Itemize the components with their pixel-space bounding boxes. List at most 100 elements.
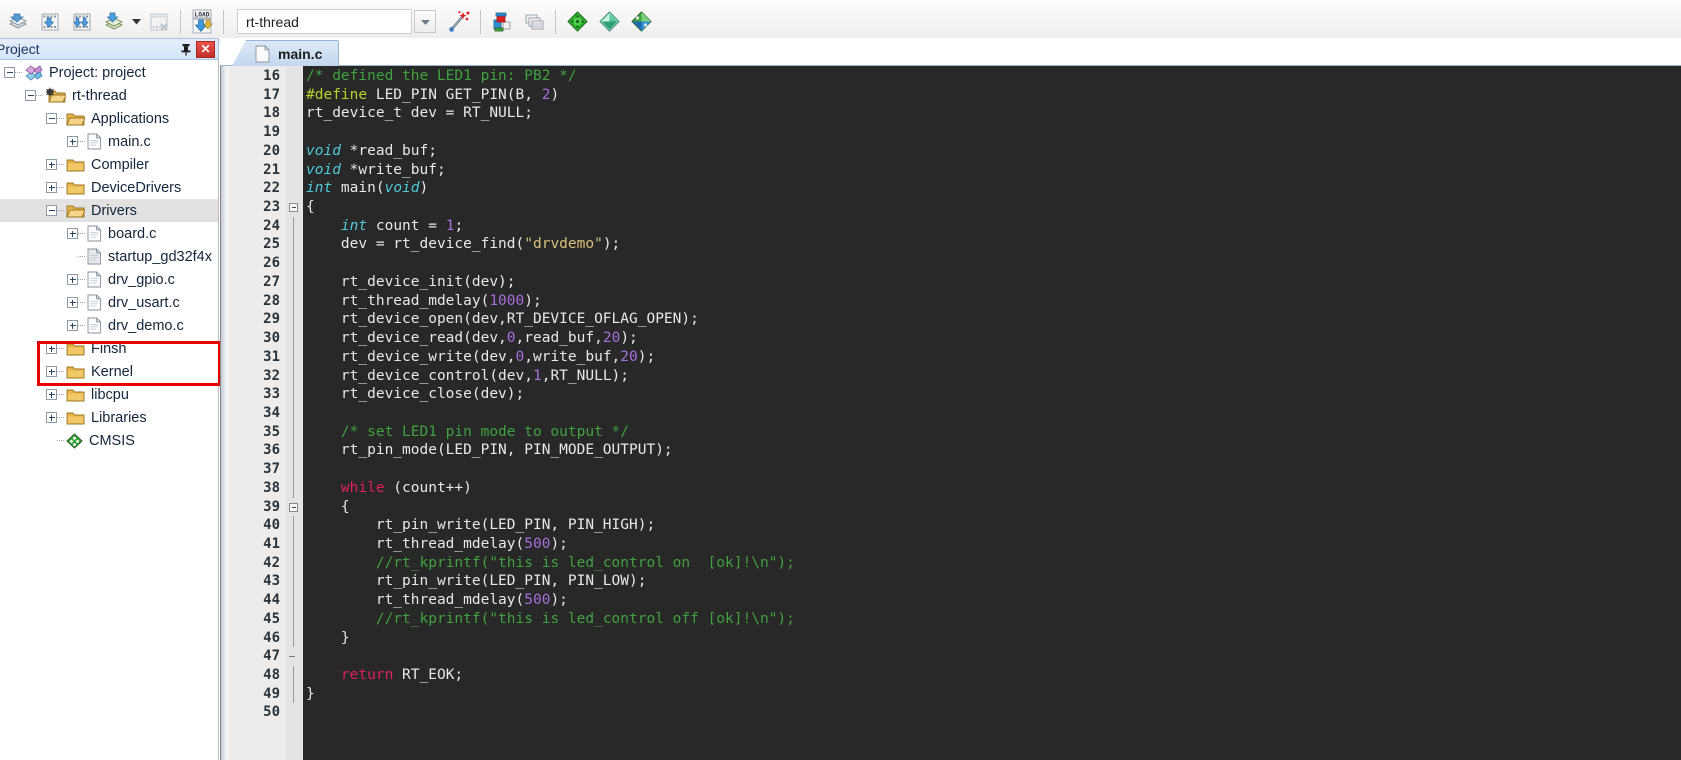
auto-hide-pin-button[interactable] <box>177 40 194 58</box>
code-token-def: main( <box>332 180 385 197</box>
code-line: void *read_buf; <box>306 142 1681 161</box>
tree-expander-placeholder <box>67 251 78 262</box>
tree-expand-icon[interactable] <box>67 297 78 308</box>
tree-item-drv-usart-c[interactable]: drv_usart.c <box>0 291 218 314</box>
tree-item-board-c[interactable]: board.c <box>0 222 218 245</box>
fold-marker[interactable] <box>286 498 303 517</box>
tree-item-kernel[interactable]: Kernel <box>0 360 218 383</box>
options-for-target-button[interactable] <box>444 7 474 37</box>
tree-expand-icon[interactable] <box>46 159 57 170</box>
code-token-kw: int <box>340 217 368 234</box>
translate-button[interactable] <box>3 7 33 37</box>
code-text-area[interactable]: /* defined the LED1 pin: PB2 */ #define L… <box>303 66 1681 760</box>
tree-item-label: drv_usart.c <box>108 294 180 311</box>
fold-guide-line <box>293 385 294 404</box>
fold-marker <box>286 123 303 142</box>
line-number: 39 <box>263 498 280 515</box>
code-token-def: } <box>306 629 350 646</box>
tree-item-project-project[interactable]: Project: project <box>0 61 218 84</box>
tree-item-finsh[interactable]: Finsh <box>0 337 218 360</box>
line-number: 35 <box>263 423 280 440</box>
tree-connector <box>57 347 64 350</box>
fold-marker[interactable] <box>286 198 303 217</box>
manage-run-env-button[interactable] <box>594 7 624 37</box>
code-folding-column[interactable] <box>286 66 303 760</box>
code-line: dev = rt_device_find("drvdemo"); <box>306 235 1681 254</box>
tree-item-compiler[interactable]: Compiler <box>0 153 218 176</box>
multi-project-button[interactable] <box>519 7 549 37</box>
rebuild-button[interactable] <box>67 7 97 37</box>
code-token-def: LED_PIN GET_PIN(B, <box>367 86 542 103</box>
code-editor[interactable]: 16 17 18 19 20 21 22 23 24 25 26 27 28 29 30 31 32 33 34 35… <box>220 66 1681 760</box>
pin-icon <box>181 43 190 55</box>
tree-connector <box>57 117 64 120</box>
tree-expand-icon[interactable] <box>46 389 57 400</box>
tree-expand-icon[interactable] <box>46 343 57 354</box>
tree-item-drivers[interactable]: Drivers <box>0 199 218 222</box>
tree-expand-icon[interactable] <box>67 320 78 331</box>
batch-build-dropdown[interactable] <box>130 9 143 35</box>
target-select-dropdown-button[interactable] <box>414 10 436 33</box>
tree-item-main-c[interactable]: main.c <box>0 130 218 153</box>
tree-expand-icon[interactable] <box>67 228 78 239</box>
line-number: 29 <box>263 311 280 328</box>
project-tree[interactable]: Project: project rt-thread Applications mai… <box>0 61 218 759</box>
close-panel-button[interactable]: ✕ <box>196 40 215 58</box>
code-line: int count = 1; <box>306 217 1681 236</box>
tree-item-drv-demo-c[interactable]: drv_demo.c <box>0 314 218 337</box>
code-token-def: *write_buf; <box>340 161 446 178</box>
tree-expand-icon[interactable] <box>46 182 57 193</box>
code-token-def: ); <box>620 330 638 347</box>
tree-expand-icon[interactable] <box>46 412 57 423</box>
tree-item-libraries[interactable]: Libraries <box>0 406 218 429</box>
tree-item-cmsis[interactable]: CMSIS <box>0 429 218 452</box>
line-number: 26 <box>263 255 280 272</box>
code-token-def: rt_device_control(dev, <box>306 367 533 384</box>
stop-build-button[interactable] <box>144 7 174 37</box>
tree-collapse-icon[interactable] <box>46 113 57 124</box>
tree-item-applications[interactable]: Applications <box>0 107 218 130</box>
fold-marker <box>286 67 303 86</box>
pack-installer-button[interactable] <box>562 7 592 37</box>
code-token-def: rt_pin_write(LED_PIN, PIN_HIGH); <box>306 517 656 534</box>
code-line: rt_device_write(dev,0,write_buf,20); <box>306 348 1681 367</box>
fold-collapse-icon[interactable] <box>289 203 298 213</box>
fold-marker <box>286 441 303 461</box>
tree-item-libcpu[interactable]: libcpu <box>0 383 218 406</box>
batch-build-button[interactable] <box>99 7 129 37</box>
manage-project-items-button[interactable] <box>487 7 517 37</box>
tree-collapse-icon[interactable] <box>25 90 36 101</box>
tree-expand-icon[interactable] <box>67 274 78 285</box>
tree-expand-icon[interactable] <box>67 136 78 147</box>
line-number: 16 <box>263 68 280 84</box>
tree-collapse-icon[interactable] <box>46 205 57 216</box>
tree-connector <box>78 140 85 143</box>
select-software-packs-button[interactable] <box>626 7 656 37</box>
code-line: } <box>306 685 1681 704</box>
tree-item-devicedrivers[interactable]: DeviceDrivers <box>0 176 218 199</box>
tree-collapse-icon[interactable] <box>4 67 15 78</box>
tree-item-rt-thread[interactable]: rt-thread <box>0 84 218 107</box>
fold-collapse-icon[interactable] <box>289 502 298 512</box>
fold-marker <box>286 666 303 685</box>
tree-expand-icon[interactable] <box>46 366 57 377</box>
tree-item-drv-gpio-c[interactable]: drv_gpio.c <box>0 268 218 291</box>
code-token-num: 500 <box>524 592 551 609</box>
code-token-def: rt_device_read(dev, <box>306 330 507 347</box>
fold-guide-line <box>293 516 294 535</box>
code-line: while (count++) <box>306 479 1681 498</box>
fold-guide-line <box>293 329 294 348</box>
fold-marker <box>286 703 303 722</box>
build-button[interactable] <box>35 7 65 37</box>
fold-marker <box>286 609 303 629</box>
code-token-def: rt_device_write(dev, <box>306 348 516 365</box>
target-select[interactable]: rt-thread <box>237 9 412 34</box>
tab-main-c[interactable]: main.c <box>232 40 340 66</box>
line-number: 41 <box>263 535 280 552</box>
fold-guide-line <box>293 422 294 442</box>
code-line: rt_thread_mdelay(1000); <box>306 292 1681 311</box>
tree-item-startup-gd32f4x[interactable]: startup_gd32f4x <box>0 245 218 268</box>
download-button[interactable]: LOAD <box>187 7 217 37</box>
